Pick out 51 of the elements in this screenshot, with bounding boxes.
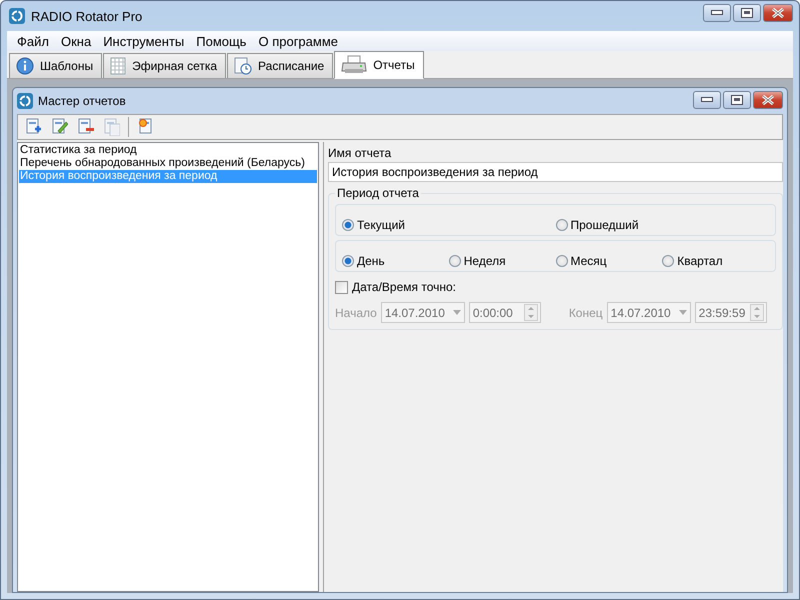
dropdown-arrow-icon [678,310,687,315]
close-icon [771,8,785,18]
menu-item[interactable]: Окна [54,34,98,48]
field-label: Имя отчета [328,146,392,160]
menu-item[interactable]: Помощь [190,34,252,48]
minimize-icon [701,97,713,103]
add-document-icon [24,118,42,136]
app-logo-icon [17,93,33,109]
remove-document-icon [76,118,94,136]
child-window-title: Мастер отчетов [38,94,127,108]
spin-arrows-icon [750,304,764,321]
tab[interactable]: Расписание [227,53,334,78]
date-label: Начало [335,306,377,320]
radio-button[interactable]: Текущий [342,218,405,232]
group-title: Период отчета [336,186,420,200]
checkbox[interactable]: Дата/Время точно: [335,280,776,294]
minimize-button[interactable] [693,91,721,109]
date-label: Конец [568,306,603,320]
radio-button[interactable]: Неделя [448,254,506,268]
input-field[interactable]: История воспроизведения за период [328,162,783,182]
minimize-icon [711,10,723,16]
tab[interactable]: Отчеты [334,51,424,79]
menu-item[interactable]: О программе [252,34,344,48]
maximize-icon [731,95,743,105]
list-item[interactable]: Перечень обнародованных произведений (Беларусь) [19,157,317,170]
close-button[interactable] [763,4,793,22]
window-title: RADIO Rotator Pro [31,8,144,24]
calendar-clock-icon [234,57,252,75]
radio-button[interactable]: День [342,254,385,268]
menu-item[interactable]: Инструменты [97,34,190,48]
close-button[interactable] [753,91,783,109]
printer-icon [341,55,368,75]
radio-button[interactable]: Месяц [556,254,607,268]
info-icon [16,57,34,75]
copy-document-icon [102,118,120,136]
list-item[interactable]: Статистика за период [19,144,317,157]
maximize-icon [741,8,753,18]
radio-button[interactable]: Прошедший [556,218,639,232]
tab[interactable]: Эфирная сетка [103,53,226,78]
grid-icon [110,57,126,75]
radio-button[interactable]: Квартал [662,254,723,268]
spin-arrows-icon [524,304,538,321]
maximize-button[interactable] [723,91,751,109]
menu-item[interactable]: Файл [11,34,55,48]
app-logo-icon [9,8,25,24]
maximize-button[interactable] [733,4,761,22]
minimize-button[interactable] [703,4,731,22]
dropdown-arrow-icon [452,310,461,315]
close-icon [761,95,775,105]
tab[interactable]: Шаблоны [9,53,102,78]
edit-document-icon [50,118,68,136]
